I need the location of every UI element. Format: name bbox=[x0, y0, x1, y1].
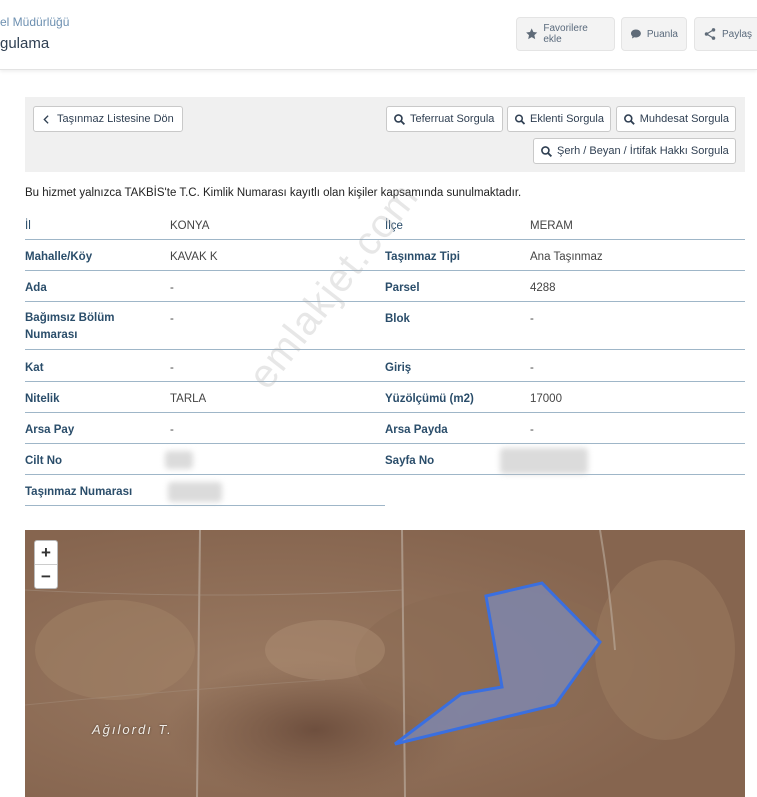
teferruat-query-label: Teferruat Sorgula bbox=[410, 113, 495, 125]
muhdesat-query-label: Muhdesat Sorgula bbox=[639, 113, 729, 125]
page-title: gulama bbox=[0, 35, 50, 52]
label-tip: Taşınmaz Tipi bbox=[385, 243, 530, 271]
serh-beyan-query-label: Şerh / Beyan / İrtifak Hakkı Sorgula bbox=[557, 145, 729, 157]
redacted-tasinmaz-numarasi bbox=[168, 482, 222, 502]
label-arsa-payda: Arsa Payda bbox=[385, 416, 530, 444]
value-yuzolcum: 17000 bbox=[530, 385, 745, 413]
back-to-list-button[interactable]: Taşınmaz Listesine Dön bbox=[33, 106, 183, 132]
query-toolbar: Taşınmaz Listesine Dön Teferruat Sorgula… bbox=[25, 97, 745, 172]
value-blok: - bbox=[530, 305, 745, 350]
value-tip: Ana Taşınmaz bbox=[530, 243, 745, 271]
page-header: el Müdürlüğü gulama Favorilere ekle Puan… bbox=[0, 0, 757, 70]
label-giris: Giriş bbox=[385, 354, 530, 382]
serh-beyan-query-button[interactable]: Şerh / Beyan / İrtifak Hakkı Sorgula bbox=[533, 138, 736, 164]
rate-label: Puanla bbox=[646, 28, 678, 40]
label-kat: Kat bbox=[25, 354, 170, 382]
label-blok: Blok bbox=[385, 305, 530, 350]
zoom-in-button[interactable]: + bbox=[35, 541, 57, 565]
label-bagimsiz-bolum: Bağımsız Bölüm Numarası bbox=[25, 305, 170, 350]
add-favorite-button[interactable]: Favorilere ekle bbox=[516, 17, 615, 51]
value-arsa-payda: - bbox=[530, 416, 745, 444]
rate-button[interactable]: Puanla bbox=[621, 17, 687, 51]
add-favorite-label: Favorilere ekle bbox=[543, 23, 588, 45]
eklenti-query-label: Eklenti Sorgula bbox=[530, 113, 604, 125]
share-button[interactable]: Paylaş bbox=[694, 17, 757, 51]
value-ilce: MERAM bbox=[530, 212, 745, 240]
zoom-out-button[interactable]: − bbox=[35, 565, 57, 589]
map-place-label: Ağılordı T. bbox=[92, 722, 173, 737]
search-icon bbox=[624, 113, 635, 125]
search-icon bbox=[541, 145, 553, 157]
label-arsa-pay: Arsa Pay bbox=[25, 416, 170, 444]
map-zoom-control: + − bbox=[34, 540, 58, 589]
value-cilt-no bbox=[170, 447, 385, 475]
chevron-left-icon bbox=[43, 114, 49, 124]
value-arsa-pay: - bbox=[170, 416, 385, 444]
redacted-sayfa-no bbox=[500, 448, 588, 474]
value-giris: - bbox=[530, 354, 745, 382]
search-icon bbox=[515, 114, 526, 125]
map-imagery bbox=[25, 530, 745, 797]
satellite-map[interactable] bbox=[25, 530, 745, 797]
muhdesat-query-button[interactable]: Muhdesat Sorgula bbox=[616, 106, 736, 132]
share-label: Paylaş bbox=[722, 28, 753, 40]
chat-icon bbox=[630, 29, 641, 39]
label-parsel: Parsel bbox=[385, 274, 530, 302]
label-yuzolcum: Yüzölçümü (m2) bbox=[385, 385, 530, 413]
label-mahalle: Mahalle/Köy bbox=[25, 243, 170, 271]
label-il: İl bbox=[25, 212, 170, 240]
label-tasinmaz-numarasi: Taşınmaz Numarası bbox=[25, 478, 170, 506]
eklenti-query-button[interactable]: Eklenti Sorgula bbox=[507, 106, 611, 132]
redacted-cilt-no bbox=[165, 451, 193, 469]
label-cilt-no: Cilt No bbox=[25, 447, 170, 475]
teferruat-query-button[interactable]: Teferruat Sorgula bbox=[386, 106, 503, 132]
label-nitelik: Nitelik bbox=[25, 385, 170, 413]
institution-name: el Müdürlüğü bbox=[0, 15, 70, 29]
search-icon bbox=[394, 113, 406, 125]
service-notice: Bu hizmet yalnızca TAKBİS'te T.C. Kimlik… bbox=[25, 187, 522, 199]
back-to-list-label: Taşınmaz Listesine Dön bbox=[57, 113, 174, 125]
label-ada: Ada bbox=[25, 274, 170, 302]
star-icon bbox=[526, 28, 538, 40]
value-parsel: 4288 bbox=[530, 274, 745, 302]
share-icon bbox=[704, 28, 716, 40]
